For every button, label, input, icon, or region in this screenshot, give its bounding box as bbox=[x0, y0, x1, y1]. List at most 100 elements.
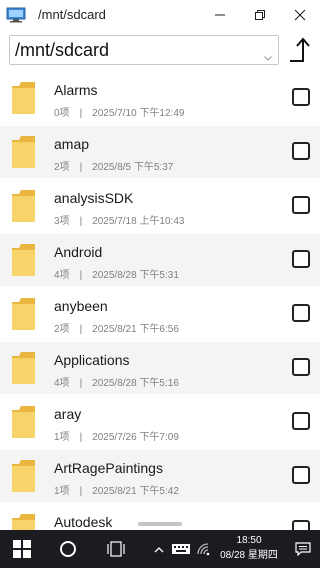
select-checkbox[interactable] bbox=[292, 304, 310, 322]
select-checkbox[interactable] bbox=[292, 142, 310, 160]
file-name: Autodesk bbox=[54, 514, 113, 530]
item-count: 3项 bbox=[54, 216, 70, 227]
file-name: anybeen bbox=[54, 298, 108, 314]
search-circle-icon bbox=[60, 541, 76, 557]
keyboard-icon bbox=[172, 544, 190, 554]
wifi-icon bbox=[197, 543, 210, 556]
meta-separator: | bbox=[79, 378, 83, 389]
list-item[interactable]: anybeen 2项 | 2025/8/21 下午6:56 bbox=[0, 288, 320, 340]
item-count: 2项 bbox=[54, 162, 70, 173]
file-meta: 1项 | 2025/7/26 下午7:09 bbox=[54, 428, 179, 443]
meta-separator: | bbox=[79, 432, 83, 443]
taskbar: 18:50 08/28 星期四 bbox=[0, 530, 320, 568]
windows-start-icon bbox=[13, 540, 31, 558]
list-item[interactable]: amap 2项 | 2025/8/5 下午5:37 bbox=[0, 126, 320, 178]
file-name: aray bbox=[54, 406, 82, 422]
close-icon bbox=[294, 9, 306, 21]
task-view-icon bbox=[107, 541, 125, 557]
item-count: 1项 bbox=[54, 486, 70, 497]
minimize-button[interactable] bbox=[200, 0, 240, 30]
meta-separator: | bbox=[79, 270, 83, 281]
notification-button[interactable] bbox=[290, 530, 316, 568]
modified-date: 2025/7/26 下午7:09 bbox=[92, 432, 179, 443]
list-item[interactable]: Applications 4项 | 2025/8/28 下午5:16 bbox=[0, 342, 320, 394]
file-meta: 2项 | 2025/8/21 下午6:56 bbox=[54, 320, 179, 335]
window-titlebar: /mnt/sdcard bbox=[0, 0, 320, 31]
list-item[interactable]: ArtRagePaintings 1项 | 2025/8/21 下午5:42 bbox=[0, 450, 320, 502]
item-count: 4项 bbox=[54, 270, 70, 281]
close-button[interactable] bbox=[280, 0, 320, 30]
path-dropdown[interactable]: /mnt/sdcard bbox=[9, 35, 279, 65]
window-title: /mnt/sdcard bbox=[38, 7, 106, 22]
meta-separator: | bbox=[79, 216, 83, 227]
meta-separator: | bbox=[79, 162, 83, 173]
select-checkbox[interactable] bbox=[292, 358, 310, 376]
list-item[interactable]: aray 1项 | 2025/7/26 下午7:09 bbox=[0, 396, 320, 448]
select-checkbox[interactable] bbox=[292, 412, 310, 430]
file-meta: 4项 | 2025/8/28 下午5:31 bbox=[54, 266, 179, 281]
wifi-button[interactable] bbox=[194, 530, 214, 568]
modified-date: 2025/8/21 下午6:56 bbox=[92, 324, 179, 335]
modified-date: 2025/7/18 上午10:43 bbox=[92, 216, 185, 227]
file-name: amap bbox=[54, 136, 90, 152]
folder-icon bbox=[10, 80, 37, 116]
folder-icon bbox=[10, 404, 37, 440]
folder-icon bbox=[10, 350, 37, 386]
file-name: analysisSDK bbox=[54, 190, 134, 206]
list-item[interactable]: Alarms 0项 | 2025/7/10 下午12:49 bbox=[0, 72, 320, 124]
tray-expand-button[interactable] bbox=[150, 530, 168, 568]
file-meta: 4项 | 2025/8/28 下午5:16 bbox=[54, 374, 179, 389]
folder-icon bbox=[10, 296, 37, 332]
list-item[interactable]: analysisSDK 3项 | 2025/7/18 上午10:43 bbox=[0, 180, 320, 232]
parent-folder-icon bbox=[290, 37, 310, 62]
keyboard-button[interactable] bbox=[170, 530, 192, 568]
start-button[interactable] bbox=[0, 530, 44, 568]
system-clock[interactable]: 18:50 08/28 星期四 bbox=[218, 533, 280, 563]
file-name: Applications bbox=[54, 352, 130, 368]
tray-chevron-up-icon bbox=[154, 546, 164, 552]
search-button[interactable] bbox=[48, 530, 88, 568]
folder-icon bbox=[10, 188, 37, 224]
file-name: ArtRagePaintings bbox=[54, 460, 163, 476]
monitor-icon bbox=[6, 7, 26, 23]
clock-date: 08/28 星期四 bbox=[220, 550, 278, 561]
meta-separator: | bbox=[79, 324, 83, 335]
file-meta: 3项 | 2025/7/18 上午10:43 bbox=[54, 212, 184, 227]
path-value: /mnt/sdcard bbox=[15, 40, 110, 60]
maximize-icon bbox=[255, 10, 265, 20]
chevron-down-icon bbox=[264, 48, 272, 66]
notification-icon bbox=[295, 542, 311, 556]
file-meta: 2项 | 2025/8/5 下午5:37 bbox=[54, 158, 173, 173]
select-checkbox[interactable] bbox=[292, 88, 310, 106]
file-name: Alarms bbox=[54, 82, 98, 98]
folder-icon bbox=[10, 512, 37, 530]
list-item[interactable]: Autodesk bbox=[0, 504, 320, 530]
task-view-button[interactable] bbox=[96, 530, 136, 568]
select-checkbox[interactable] bbox=[292, 466, 310, 484]
select-checkbox[interactable] bbox=[292, 250, 310, 268]
path-bar: /mnt/sdcard bbox=[0, 30, 320, 72]
list-item[interactable]: Android 4项 | 2025/8/28 下午5:31 bbox=[0, 234, 320, 286]
parent-folder-button[interactable] bbox=[287, 36, 313, 64]
file-name: Android bbox=[54, 244, 103, 260]
scroll-handle[interactable] bbox=[138, 522, 182, 526]
item-count: 0项 bbox=[54, 108, 70, 119]
folder-icon bbox=[10, 458, 37, 494]
modified-date: 2025/8/21 下午5:42 bbox=[92, 486, 179, 497]
item-count: 1项 bbox=[54, 432, 70, 443]
file-meta: 0项 | 2025/7/10 下午12:49 bbox=[54, 104, 184, 119]
folder-icon bbox=[10, 134, 37, 170]
minimize-icon bbox=[215, 14, 225, 16]
modified-date: 2025/8/28 下午5:16 bbox=[92, 378, 179, 389]
maximize-button[interactable] bbox=[240, 0, 280, 30]
item-count: 2项 bbox=[54, 324, 70, 335]
meta-separator: | bbox=[79, 486, 83, 497]
select-checkbox[interactable] bbox=[292, 520, 310, 530]
file-list[interactable]: Alarms 0项 | 2025/7/10 下午12:49 amap 2项 | 2025… bbox=[0, 72, 320, 530]
meta-separator: | bbox=[79, 108, 83, 119]
folder-icon bbox=[10, 242, 37, 278]
file-meta: 1项 | 2025/8/21 下午5:42 bbox=[54, 482, 179, 497]
select-checkbox[interactable] bbox=[292, 196, 310, 214]
item-count: 4项 bbox=[54, 378, 70, 389]
modified-date: 2025/8/5 下午5:37 bbox=[92, 162, 174, 173]
